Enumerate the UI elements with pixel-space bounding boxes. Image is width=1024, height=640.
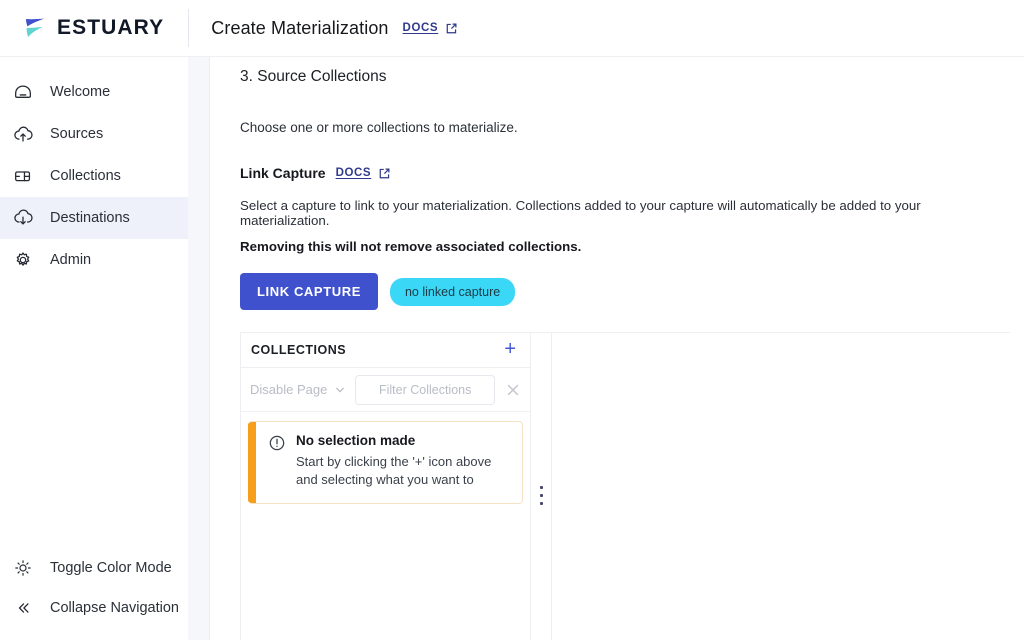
sidebar: Welcome Sources Collections Destinations… [0,57,188,640]
sidebar-item-collections[interactable]: Collections [0,155,188,197]
collections-icon [12,165,34,187]
collections-panel-toolbar: Disable Page [241,368,530,412]
linked-capture-status-chip[interactable]: no linked capture [389,277,516,306]
plus-icon[interactable]: + [502,339,518,362]
external-link-icon [378,167,391,180]
header-docs-label: DOCS [402,22,439,34]
panels-row: COLLECTIONS + Disable Page Filter Collec… [240,333,1010,640]
alert-title: No selection made [296,433,416,448]
sidebar-item-label: Collapse Navigation [50,600,179,616]
body: Welcome Sources Collections Destinations… [0,57,1024,640]
sidebar-gutter [188,57,210,640]
link-capture-description-1: Select a capture to link to your materia… [240,198,921,228]
link-capture-description-2: Removing this will not remove associated… [240,239,582,254]
app-header: ESTUARY Create Materialization DOCS [0,0,1024,57]
disable-page-select-value: Disable Page [250,382,328,397]
cloud-upload-icon [12,123,34,145]
panel-resizer[interactable] [531,333,552,640]
main-content: 3. Source Collections Choose one or more… [210,57,1024,640]
panels-container: COLLECTIONS + Disable Page Filter Collec… [240,332,1010,640]
header-divider [188,9,190,47]
sidebar-bottom: Toggle Color Mode Collapse Navigation [0,548,188,640]
section-title: 3. Source Collections [240,68,387,85]
cloud-download-icon [12,207,34,229]
link-capture-heading-row: Link Capture DOCS [240,165,1010,181]
sidebar-item-label: Sources [50,126,104,142]
chevron-double-left-icon [12,597,34,619]
link-capture-docs-label: DOCS [335,167,372,179]
alert-text: Start by clicking the '+' icon above and… [296,454,492,488]
estuary-logo-icon [22,15,48,41]
sidebar-item-toggle-color-mode[interactable]: Toggle Color Mode [0,548,188,588]
alert-accent-bar [248,422,256,503]
filter-collections-input[interactable] [355,374,495,405]
disable-page-select[interactable]: Disable Page [247,382,346,397]
gear-icon [12,249,34,271]
page-title: Create Materialization [211,17,389,38]
close-icon[interactable] [504,381,522,399]
sidebar-item-label: Admin [50,252,92,268]
sidebar-item-sources[interactable]: Sources [0,113,188,155]
sidebar-item-welcome[interactable]: Welcome [0,71,188,113]
link-capture-docs-link[interactable]: DOCS [336,167,392,180]
alert-circle-icon [268,434,286,452]
collections-panel-header: COLLECTIONS + [241,333,530,368]
sidebar-item-admin[interactable]: Admin [0,239,188,281]
sidebar-item-destinations[interactable]: Destinations [0,197,188,239]
collection-details-panel [552,333,1010,640]
external-link-icon [445,22,458,35]
sun-icon [12,557,34,579]
link-capture-label: Link Capture [240,165,326,181]
collections-panel-title: COLLECTIONS [251,343,347,357]
no-selection-alert: No selection made Start by clicking the … [248,421,523,504]
header-docs-link[interactable]: DOCS [403,22,459,35]
sidebar-item-collapse-navigation[interactable]: Collapse Navigation [0,588,188,628]
link-capture-button[interactable]: LINK CAPTURE [240,273,378,310]
collections-panel: COLLECTIONS + Disable Page Filter Collec… [240,333,531,640]
sidebar-item-label: Toggle Color Mode [50,560,172,576]
section-lead-text: Choose one or more collections to materi… [240,120,518,135]
link-capture-actions: LINK CAPTURE no linked capture [240,273,1010,310]
sidebar-item-label: Welcome [50,84,111,100]
chevron-down-icon [334,384,346,396]
brand-name: ESTUARY [57,16,165,39]
brand[interactable]: ESTUARY [22,15,164,41]
home-icon [12,81,34,103]
collections-panel-body: No selection made Start by clicking the … [241,412,530,640]
sidebar-item-label: Collections [50,168,121,184]
sidebar-item-label: Destinations [50,210,130,226]
alert-content: No selection made Start by clicking the … [256,422,516,503]
drag-handle-dots-icon [539,485,543,505]
app-root: ESTUARY Create Materialization DOCS Welc… [0,0,1024,640]
